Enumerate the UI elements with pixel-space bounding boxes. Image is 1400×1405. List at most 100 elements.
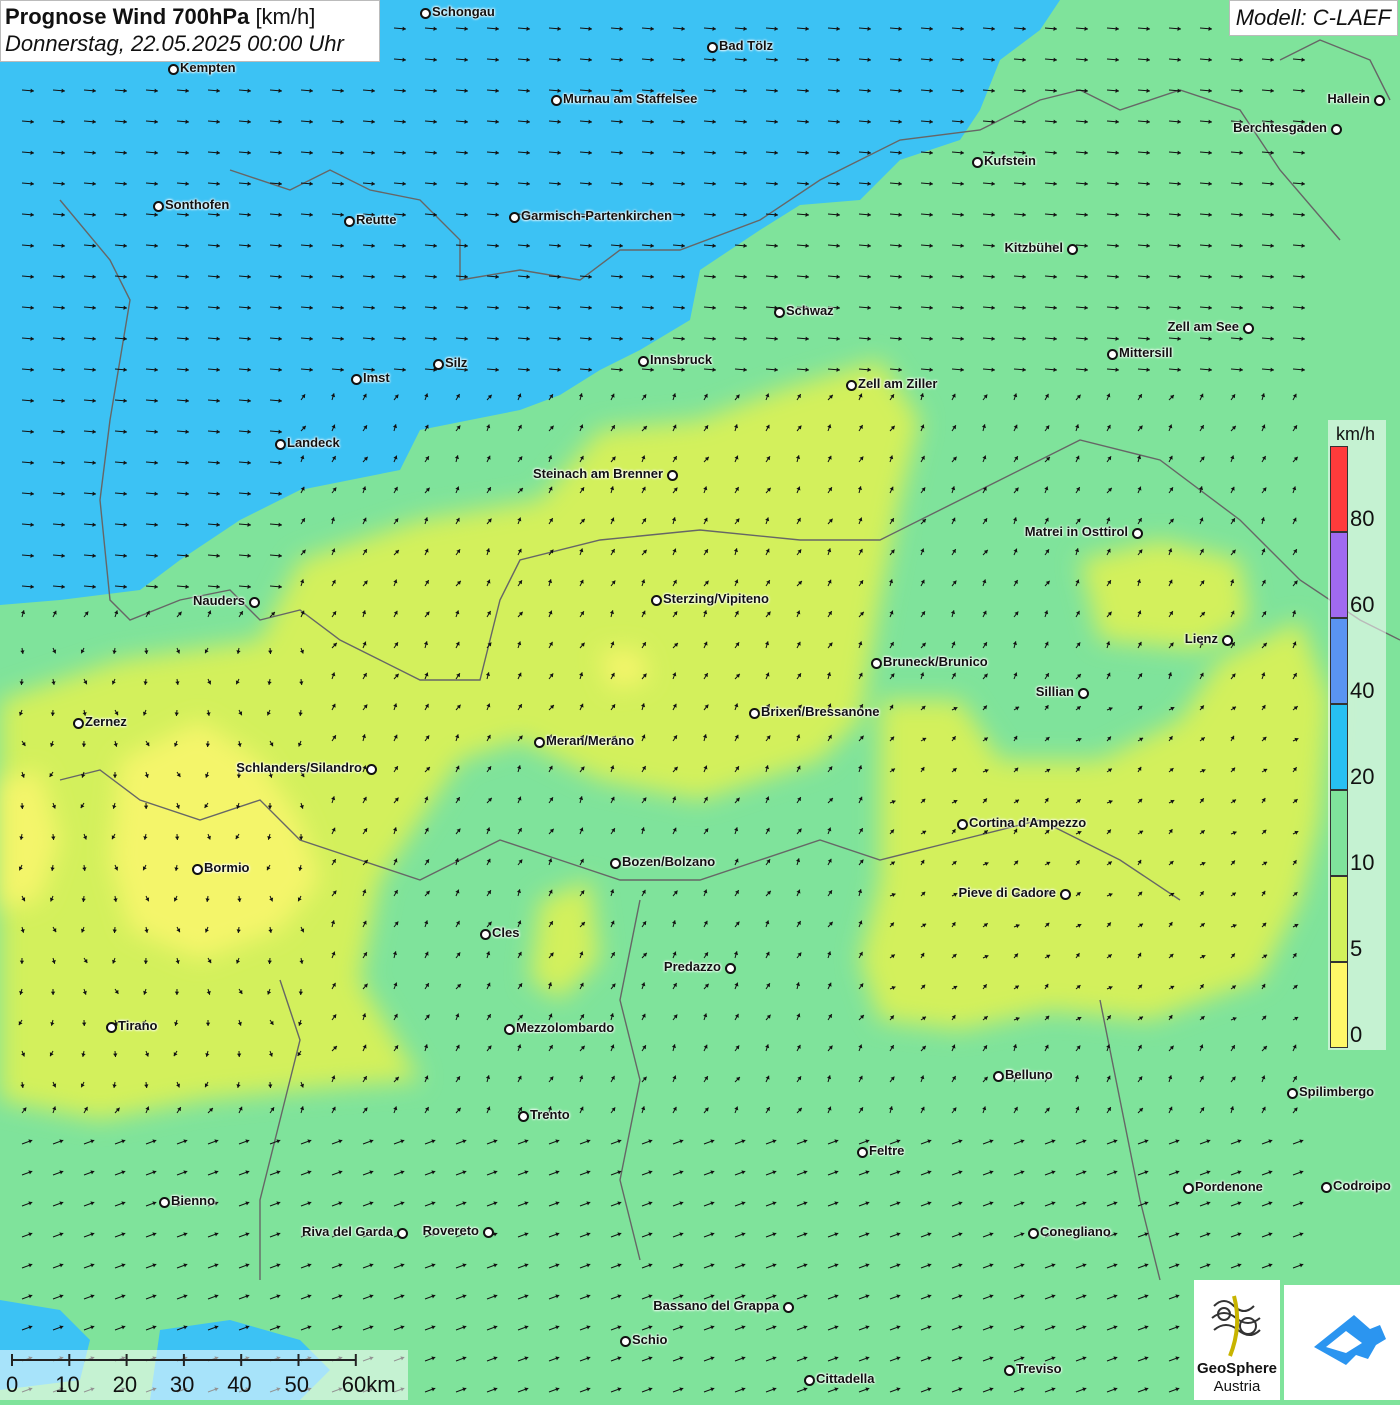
- city-marker: [534, 737, 545, 748]
- city-label: Cittadella: [816, 1371, 875, 1386]
- city-label: Kitzbühel: [1005, 240, 1064, 255]
- scale-bar: 0102030405060km: [0, 1350, 408, 1400]
- city-label: Bassano del Grappa: [653, 1298, 779, 1313]
- city-label: Zell am Ziller: [858, 376, 937, 391]
- city-marker: [351, 374, 362, 385]
- legend-tick-label: 60: [1350, 592, 1374, 618]
- city-marker: [1078, 688, 1089, 699]
- city-label: Tirano: [118, 1018, 158, 1033]
- city-marker: [1374, 95, 1385, 106]
- city-label: Predazzo: [664, 959, 721, 974]
- city-label: Bozen/Bolzano: [622, 854, 715, 869]
- city-marker: [651, 595, 662, 606]
- city-label: Cles: [492, 925, 519, 940]
- city-marker: [433, 359, 444, 370]
- legend-tick-label: 10: [1350, 850, 1374, 876]
- legend-color-segment: [1330, 876, 1348, 962]
- legend-color-segment: [1330, 532, 1348, 618]
- city-label: Schlanders/Silandro: [236, 760, 362, 775]
- city-label: Codroipo: [1333, 1178, 1391, 1193]
- scale-label: 30: [170, 1372, 194, 1398]
- city-marker: [504, 1024, 515, 1035]
- legend-color-segment: [1330, 790, 1348, 876]
- city-label: Riva del Garda: [302, 1224, 393, 1239]
- city-marker: [366, 764, 377, 775]
- city-label: Reutte: [356, 212, 396, 227]
- logo-name-line2: Austria: [1194, 1378, 1280, 1395]
- legend-tick-label: 80: [1350, 506, 1374, 532]
- app-logo: [1284, 1285, 1400, 1400]
- city-label: Pordenone: [1195, 1179, 1263, 1194]
- legend-tick-label: 40: [1350, 678, 1374, 704]
- city-marker: [846, 380, 857, 391]
- city-label: Imst: [363, 370, 390, 385]
- city-marker: [344, 216, 355, 227]
- city-label: Zell am See: [1167, 319, 1239, 334]
- city-marker: [518, 1111, 529, 1122]
- city-label: Sillian: [1036, 684, 1074, 699]
- city-label: Schongau: [432, 4, 495, 19]
- city-label: Meran/Merano: [546, 733, 634, 748]
- color-legend: km/h 806040201050: [1328, 420, 1386, 1050]
- city-marker: [1132, 528, 1143, 539]
- city-marker: [1243, 323, 1254, 334]
- legend-color-segment: [1330, 446, 1348, 532]
- city-label: Schio: [632, 1332, 667, 1347]
- city-marker: [551, 95, 562, 106]
- city-marker: [1060, 889, 1071, 900]
- city-label: Steinach am Brenner: [533, 466, 663, 481]
- scale-label: 20: [113, 1372, 137, 1398]
- city-label: Feltre: [869, 1143, 904, 1158]
- city-marker: [707, 42, 718, 53]
- city-marker: [638, 356, 649, 367]
- cloud-arrow-icon: [1284, 1285, 1400, 1400]
- city-label: Bruneck/Brunico: [883, 654, 988, 669]
- forecast-datetime: Donnerstag, 22.05.2025 00:00 Uhr: [5, 30, 375, 58]
- city-marker: [1183, 1183, 1194, 1194]
- city-label: Nauders: [193, 593, 245, 608]
- legend-color-segment: [1330, 618, 1348, 704]
- city-marker: [153, 201, 164, 212]
- city-marker: [249, 597, 260, 608]
- city-label: Treviso: [1016, 1361, 1062, 1376]
- city-marker: [957, 819, 968, 830]
- city-label: Cortina d'Ampezzo: [969, 815, 1086, 830]
- city-label: Trento: [530, 1107, 570, 1122]
- city-label: Zernez: [85, 714, 127, 729]
- city-label: Lienz: [1185, 631, 1218, 646]
- city-label: Murnau am Staffelsee: [563, 91, 697, 106]
- geosphere-logo: GeoSphere Austria: [1194, 1280, 1280, 1400]
- city-label: Silz: [445, 355, 467, 370]
- legend-tick-label: 20: [1350, 764, 1374, 790]
- city-label: Mezzolombardo: [516, 1020, 614, 1035]
- city-marker: [1004, 1365, 1015, 1376]
- city-label: Bormio: [204, 860, 250, 875]
- city-marker: [610, 858, 621, 869]
- city-label: Rovereto: [423, 1223, 479, 1238]
- city-marker: [73, 718, 84, 729]
- city-marker: [397, 1228, 408, 1239]
- city-marker: [783, 1302, 794, 1313]
- logo-name-line1: GeoSphere: [1194, 1360, 1280, 1377]
- city-label: Kempten: [180, 60, 236, 75]
- city-marker: [972, 157, 983, 168]
- city-label: Hallein: [1327, 91, 1370, 106]
- city-marker: [871, 658, 882, 669]
- city-marker: [1331, 124, 1342, 135]
- city-marker: [480, 929, 491, 940]
- legend-color-segment: [1330, 962, 1348, 1048]
- title-unit: [km/h]: [255, 4, 315, 29]
- city-label: Landeck: [287, 435, 340, 450]
- city-marker: [993, 1071, 1004, 1082]
- geosphere-mark-icon: [1194, 1286, 1280, 1366]
- city-marker: [804, 1375, 815, 1386]
- city-label: Bad Tölz: [719, 38, 773, 53]
- city-marker: [168, 64, 179, 75]
- city-marker: [509, 212, 520, 223]
- city-label: Bienno: [171, 1193, 215, 1208]
- city-marker: [725, 963, 736, 974]
- map-title: Prognose Wind 700hPa [km/h]: [5, 4, 375, 30]
- city-marker: [1107, 349, 1118, 360]
- city-label: Mittersill: [1119, 345, 1172, 360]
- city-label: Matrei in Osttirol: [1025, 524, 1128, 539]
